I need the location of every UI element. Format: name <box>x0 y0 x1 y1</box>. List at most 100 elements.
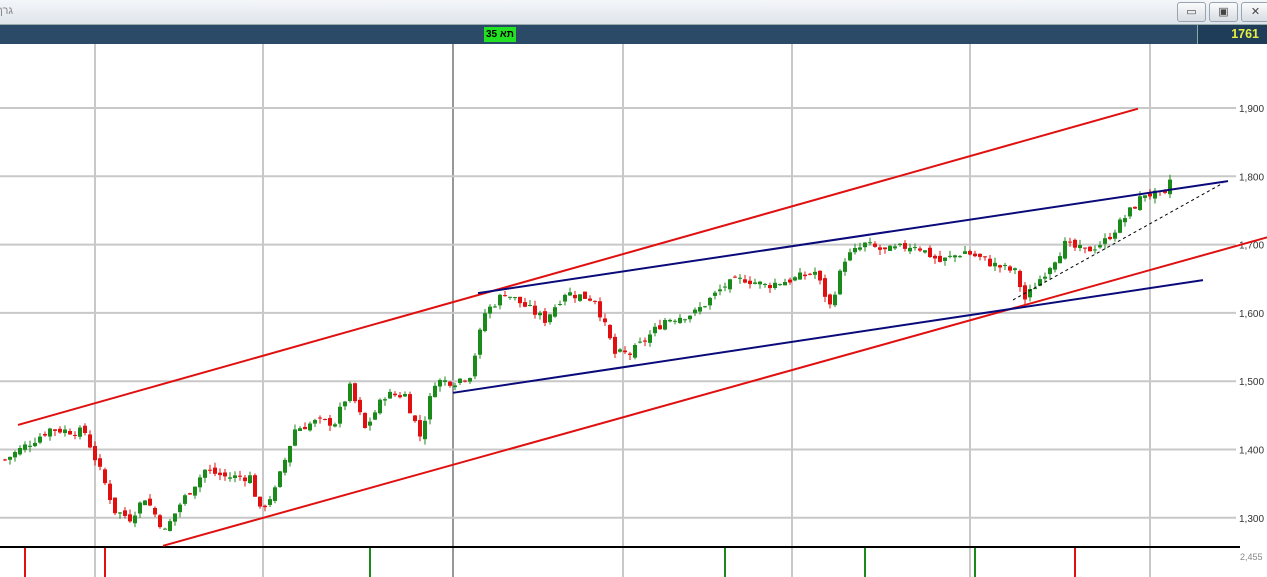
candle-up <box>698 307 702 312</box>
candle-up <box>913 247 917 249</box>
candle-up <box>338 406 342 424</box>
candle-down <box>543 311 547 323</box>
candle-up <box>308 423 312 431</box>
candle-up <box>553 307 557 317</box>
candle-down <box>153 507 157 515</box>
candle-down <box>983 256 987 258</box>
candle-up <box>638 341 642 343</box>
candle-up <box>278 471 282 487</box>
candle-up <box>758 281 762 285</box>
candle-up <box>433 385 437 398</box>
volume-bar <box>369 548 371 577</box>
candle-up <box>473 355 477 377</box>
candle-up <box>383 399 387 401</box>
candle-down <box>1088 246 1092 252</box>
candle-up <box>958 256 962 258</box>
candle-down <box>643 340 647 342</box>
candle-down <box>978 253 982 257</box>
candle-up <box>168 521 172 531</box>
candle-down <box>623 350 627 353</box>
candle-down <box>873 243 877 247</box>
candle-up <box>143 500 147 506</box>
candle-down <box>608 324 612 339</box>
candle-up <box>298 428 302 431</box>
candle-up <box>723 286 727 288</box>
candle-down <box>523 302 527 307</box>
candle-up <box>793 277 797 281</box>
candle-up <box>798 272 802 280</box>
candle-down <box>933 255 937 259</box>
candle-up <box>458 378 462 384</box>
candle-up <box>348 383 352 401</box>
candle-up <box>908 247 912 252</box>
candle-up <box>1093 249 1097 251</box>
candle-up <box>373 412 377 420</box>
candle-up <box>28 445 32 447</box>
y-tick-label: 1,600 <box>1239 309 1264 320</box>
candle-up <box>268 499 272 505</box>
candle-down <box>658 325 662 330</box>
candle-down <box>418 420 422 437</box>
candle-up <box>703 306 707 308</box>
candle-up <box>23 444 27 450</box>
candle-down <box>88 434 92 448</box>
candle-down <box>603 318 607 323</box>
restore-button[interactable]: ▣ <box>1209 2 1238 22</box>
candle-down <box>733 276 737 278</box>
candle-up <box>548 314 552 323</box>
candle-up <box>388 391 392 399</box>
candle-down <box>803 274 807 277</box>
candle-up <box>763 283 767 285</box>
candle-down <box>1073 239 1077 248</box>
candle-up <box>78 427 82 437</box>
candle-up <box>888 245 892 251</box>
title-bar: גרף ▭ ▣ ✕ <box>0 0 1267 25</box>
candle-down <box>1018 270 1022 288</box>
candle-up <box>738 277 742 279</box>
candle-down <box>303 426 307 430</box>
volume-scale-label: 2,455 <box>1240 552 1263 562</box>
candle-down <box>573 294 577 299</box>
candle-up <box>893 246 897 249</box>
volume-bar <box>864 548 866 577</box>
volume-bar <box>724 548 726 577</box>
candle-up <box>1043 276 1047 279</box>
candle-up <box>248 475 252 483</box>
price-chart[interactable]: 1,3001,4001,5001,6001,7001,8001,9002,455 <box>0 44 1267 577</box>
candle-down <box>448 381 452 386</box>
candle-up <box>1013 268 1017 271</box>
close-button[interactable]: ✕ <box>1241 2 1267 22</box>
candle-up <box>948 255 952 257</box>
candle-down <box>393 393 397 396</box>
candle-down <box>253 475 257 497</box>
candle-up <box>333 424 337 427</box>
candle-up <box>443 380 447 382</box>
candle-down <box>918 248 922 251</box>
candle-up <box>673 320 677 322</box>
candle-down <box>1148 193 1152 197</box>
candle-up <box>178 504 182 513</box>
candle-down <box>1083 247 1087 249</box>
candle-up <box>8 456 12 460</box>
candle-up <box>1123 218 1127 223</box>
candle-up <box>568 292 572 296</box>
window-title: גרף <box>0 5 14 17</box>
candle-down <box>68 430 72 435</box>
candle-up <box>273 487 277 501</box>
y-tick-label: 1,500 <box>1239 377 1264 388</box>
y-tick-label: 1,800 <box>1239 172 1264 183</box>
candle-up <box>1058 256 1062 264</box>
candle-down <box>1108 236 1112 240</box>
candle-up <box>753 282 757 284</box>
candle-up <box>1003 264 1007 266</box>
candle-up <box>663 320 667 330</box>
candle-up <box>488 306 492 314</box>
candle-down <box>628 353 632 355</box>
y-tick-label: 1,300 <box>1239 514 1264 525</box>
candle-up <box>438 379 442 387</box>
minimize-button[interactable]: ▭ <box>1177 2 1206 22</box>
candle-up <box>923 250 927 253</box>
candle-up <box>1078 245 1082 249</box>
candle-up <box>578 294 582 301</box>
candle-up <box>683 319 687 321</box>
